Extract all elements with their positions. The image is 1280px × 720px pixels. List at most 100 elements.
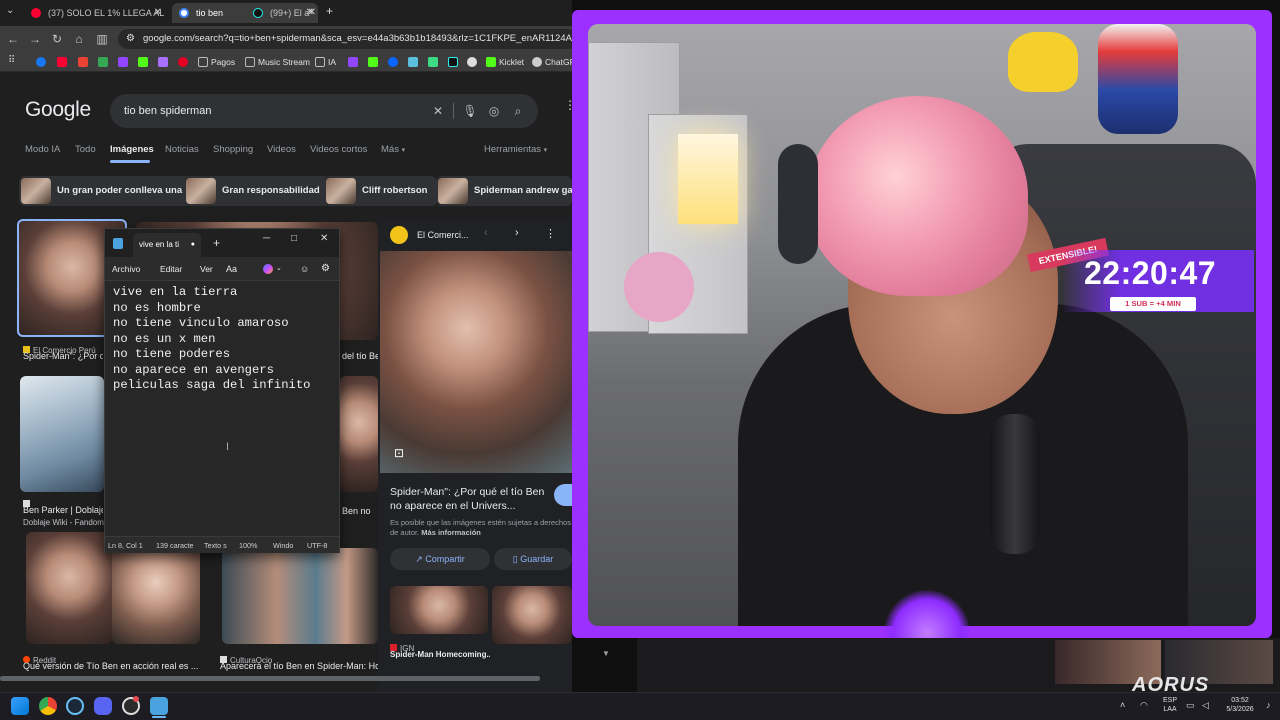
sidepanel-icon[interactable]: ▥ xyxy=(93,30,111,48)
preview-source[interactable]: El Comerci... xyxy=(417,230,469,240)
tab-videos-cortos[interactable]: Videos cortos xyxy=(310,144,367,155)
tab-youtube[interactable]: (37) SOLO EL 1% LLEGA AL FINAL ✕ xyxy=(24,3,166,23)
menu-archivo[interactable]: Archivo xyxy=(112,257,140,281)
result-title[interactable]: Ben Parker | Doblaje... xyxy=(23,505,103,515)
scroll-down-icon[interactable]: ▼ xyxy=(602,649,610,658)
chrome-icon[interactable] xyxy=(39,697,57,715)
more-info-link[interactable]: Más información xyxy=(421,528,481,537)
notepad-taskbar-icon[interactable] xyxy=(150,697,168,715)
scrollbar-track[interactable] xyxy=(0,676,540,681)
related-image[interactable] xyxy=(390,586,488,634)
account-icon[interactable]: ☺ xyxy=(300,257,309,281)
tab-mas[interactable]: Más ▾ xyxy=(381,144,405,155)
result-title[interactable]: Spider-Man": ¿Por qué... xyxy=(23,351,103,361)
extension-icon[interactable] xyxy=(408,57,418,67)
openai-icon[interactable] xyxy=(467,57,477,67)
bookmark-music-stream[interactable]: Music Stream xyxy=(245,55,310,69)
minimize-icon[interactable]: ─ xyxy=(263,233,270,244)
bookmark-ia[interactable]: IA xyxy=(315,55,336,69)
related-chip[interactable]: Gran responsabilidad xyxy=(184,176,330,206)
tab-todo[interactable]: Todo xyxy=(75,144,96,155)
apps-grid-icon[interactable]: ⠿ xyxy=(8,55,15,66)
windows-start-icon[interactable] xyxy=(11,697,29,715)
forward-icon[interactable]: → xyxy=(26,30,44,48)
search-icon[interactable]: ⌕ xyxy=(508,101,528,121)
tab-modo-ia[interactable]: Modo IA xyxy=(25,144,60,155)
more-options-icon[interactable]: ⋮ xyxy=(545,227,556,240)
related-chip[interactable]: Cliff robertson xyxy=(324,176,438,206)
omnibox[interactable]: ⚙ google.com/search?q=tio+ben+spiderman&… xyxy=(118,29,578,49)
clock[interactable]: 03:52 5/3/2026 xyxy=(1218,696,1262,714)
twitch-icon[interactable] xyxy=(118,57,128,67)
format-text-icon[interactable]: Aa xyxy=(226,257,237,281)
tab-noticias[interactable]: Noticias xyxy=(165,144,199,155)
notifications-bell-icon[interactable]: ♪ xyxy=(1266,700,1271,710)
close-tab-icon[interactable]: ✕ xyxy=(308,3,316,23)
back-icon[interactable]: ← xyxy=(4,30,22,48)
save-button[interactable]: ▯ Guardar xyxy=(494,548,572,570)
new-tab-icon[interactable]: + xyxy=(213,236,220,250)
next-image-icon[interactable]: › xyxy=(515,227,519,239)
related-title[interactable]: Spider-Man Homecoming... xyxy=(390,650,490,659)
twitch-dashboard-icon[interactable] xyxy=(158,57,168,67)
share-button[interactable]: ↗ Compartir xyxy=(390,548,490,570)
related-chip[interactable]: Spiderman andrew garf xyxy=(436,176,572,206)
result-image[interactable] xyxy=(340,376,378,492)
wifi-icon[interactable]: ◠ xyxy=(1140,700,1148,711)
prev-image-icon[interactable]: ‹ xyxy=(484,227,488,239)
lens-icon[interactable]: ◎ xyxy=(484,101,504,121)
tiktok-bookmark-icon[interactable] xyxy=(448,57,458,67)
bookmark-pagos[interactable]: Pagos xyxy=(198,55,235,69)
preview-image[interactable] xyxy=(380,251,572,473)
search-input[interactable]: tio ben spiderman ✕ 🎙 ◎ ⌕ xyxy=(110,94,538,128)
visit-button[interactable] xyxy=(554,484,572,506)
gmail-icon[interactable] xyxy=(78,57,88,67)
drive-icon[interactable] xyxy=(98,57,108,67)
meta-icon[interactable] xyxy=(388,57,398,67)
notepad-text-area[interactable]: vive en la tierra no es hombre no tiene vi… xyxy=(113,285,333,394)
tab-list-chevron-icon[interactable]: ⌄ xyxy=(6,5,14,16)
new-tab-button[interactable]: + xyxy=(326,4,333,18)
result-image[interactable] xyxy=(26,532,112,644)
maximize-icon[interactable]: □ xyxy=(291,233,297,244)
settings-gear-icon[interactable]: ⚙ xyxy=(321,257,330,281)
preview-title[interactable]: Spider-Man": ¿Por qué el tío Ben no apar… xyxy=(390,485,548,513)
bookmark-chatgpt[interactable]: ChatGP xyxy=(532,55,575,69)
tray-overflow-icon[interactable]: ˄ xyxy=(1120,700,1125,710)
menu-editar[interactable]: Editar xyxy=(160,257,182,281)
result-title[interactable]: del tío Ben xyxy=(342,351,378,361)
twitch-bookmark-icon[interactable] xyxy=(348,57,358,67)
tab-imagenes[interactable]: Imágenes xyxy=(110,144,154,155)
network-icon[interactable]: ▭ xyxy=(1186,700,1195,711)
reload-icon[interactable]: ↻ xyxy=(48,30,66,48)
result-image[interactable] xyxy=(222,548,378,644)
discord-icon[interactable] xyxy=(94,697,112,715)
home-icon[interactable]: ⌂ xyxy=(70,30,88,48)
notepad-tab[interactable]: vive en la ti ● xyxy=(133,233,201,257)
clear-icon[interactable]: ✕ xyxy=(428,101,448,121)
close-tab-icon[interactable]: ✕ xyxy=(154,3,162,23)
volume-icon[interactable]: ◁ xyxy=(1202,700,1209,711)
mic-icon[interactable]: 🎙 xyxy=(460,101,480,121)
related-chip[interactable]: Un gran poder conlleva una xyxy=(19,176,193,206)
menu-ver[interactable]: Ver xyxy=(200,257,213,281)
lens-search-icon[interactable]: ⊡ xyxy=(394,446,404,460)
result-title[interactable]: Aparecerá el tío Ben en Spider-Man: Home… xyxy=(220,661,380,671)
steam-icon[interactable] xyxy=(66,697,84,715)
android-icon[interactable] xyxy=(428,57,438,67)
copilot-icon[interactable] xyxy=(263,264,273,274)
close-icon[interactable]: ✕ xyxy=(320,233,328,244)
related-image[interactable] xyxy=(492,586,572,644)
tools-button[interactable]: Herramientas ▾ xyxy=(484,144,547,155)
site-info-icon[interactable]: ⚙ xyxy=(126,29,135,49)
tab-close-icon[interactable]: ● xyxy=(191,233,195,257)
result-title[interactable]: Ben no xyxy=(342,506,378,516)
tab-shopping[interactable]: Shopping xyxy=(213,144,253,155)
language-indicator[interactable]: ESP LAA xyxy=(1160,696,1180,714)
result-title[interactable]: Qué versión de Tío Ben en acción real es… xyxy=(23,661,203,671)
result-image[interactable] xyxy=(20,376,104,492)
scrollbar-thumb[interactable] xyxy=(0,676,540,681)
facebook-icon[interactable] xyxy=(36,57,46,67)
tab-tiktok[interactable]: (99+) El a ✕ xyxy=(246,3,320,23)
bookmark-kicklet[interactable]: Kicklet xyxy=(486,55,524,69)
